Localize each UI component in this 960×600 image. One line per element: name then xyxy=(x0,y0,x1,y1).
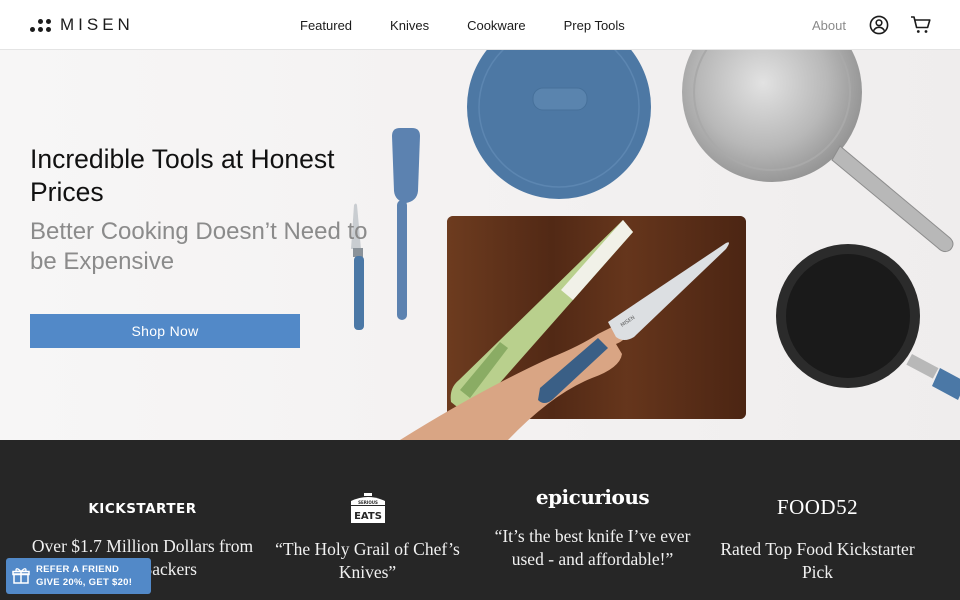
nav-item-featured[interactable]: Featured xyxy=(300,18,352,33)
kickstarter-logo: KICKSTARTER xyxy=(30,500,255,518)
refer-text: REFER A FRIEND GIVE 20%, GET $20! xyxy=(36,563,132,589)
hero-product-image: MISEN xyxy=(351,50,960,440)
refer-a-friend-button[interactable]: REFER A FRIEND GIVE 20%, GET $20! xyxy=(6,558,151,594)
logo-dots-icon xyxy=(30,18,52,32)
epicurious-logo: epicurious xyxy=(480,484,705,510)
press-item-serious-eats: SERIOUS EATS “The Holy Grail of Chef’s K… xyxy=(255,440,480,600)
nav-item-knives[interactable]: Knives xyxy=(390,18,429,33)
nav-item-cookware[interactable]: Cookware xyxy=(467,18,526,33)
hero-subtitle: Better Cooking Doesn’t Need to be Expens… xyxy=(30,218,368,275)
cart-icon[interactable] xyxy=(910,14,932,36)
shop-now-button[interactable]: Shop Now xyxy=(30,314,300,348)
site-header: MISEN Featured Knives Cookware Prep Tool… xyxy=(0,0,960,50)
main-nav: Featured Knives Cookware Prep Tools xyxy=(300,0,663,50)
press-quote-serious-eats: “The Holy Grail of Chef’s Knives” xyxy=(275,539,460,582)
press-quote-food52: Rated Top Food Kickstarter Pick xyxy=(720,539,915,582)
press-quote-epicurious: “It’s the best knife I’ve ever used - an… xyxy=(494,526,691,569)
serious-eats-logo-top: SERIOUS xyxy=(358,500,378,505)
serious-eats-logo-text: EATS xyxy=(354,511,382,522)
brand-logo[interactable]: MISEN xyxy=(30,15,134,35)
refer-line-2: GIVE 20%, GET $20! xyxy=(36,577,133,588)
food52-logo: FOOD52 xyxy=(705,494,930,520)
food52-logo-text: FOOD52 xyxy=(776,494,859,519)
press-item-epicurious: epicurious “It’s the best knife I’ve eve… xyxy=(480,440,705,600)
hero-title: Incredible Tools at Honest Prices xyxy=(30,144,335,207)
brand-name: MISEN xyxy=(60,15,134,34)
refer-line-1: REFER A FRIEND xyxy=(36,564,120,575)
about-link[interactable]: About xyxy=(812,18,846,33)
epicurious-logo-text: epicurious xyxy=(535,485,650,509)
serious-eats-logo: SERIOUS EATS xyxy=(255,492,480,526)
account-icon[interactable] xyxy=(868,14,890,36)
gift-icon xyxy=(6,567,36,585)
header-actions: About xyxy=(812,0,932,50)
press-item-food52: FOOD52 Rated Top Food Kickstarter Pick xyxy=(705,440,930,600)
kickstarter-logo-text: KICKSTARTER xyxy=(88,501,197,517)
hero-banner: MISEN Incredible Tools at Honest Prices … xyxy=(0,50,960,440)
nav-item-prep-tools[interactable]: Prep Tools xyxy=(564,18,625,33)
